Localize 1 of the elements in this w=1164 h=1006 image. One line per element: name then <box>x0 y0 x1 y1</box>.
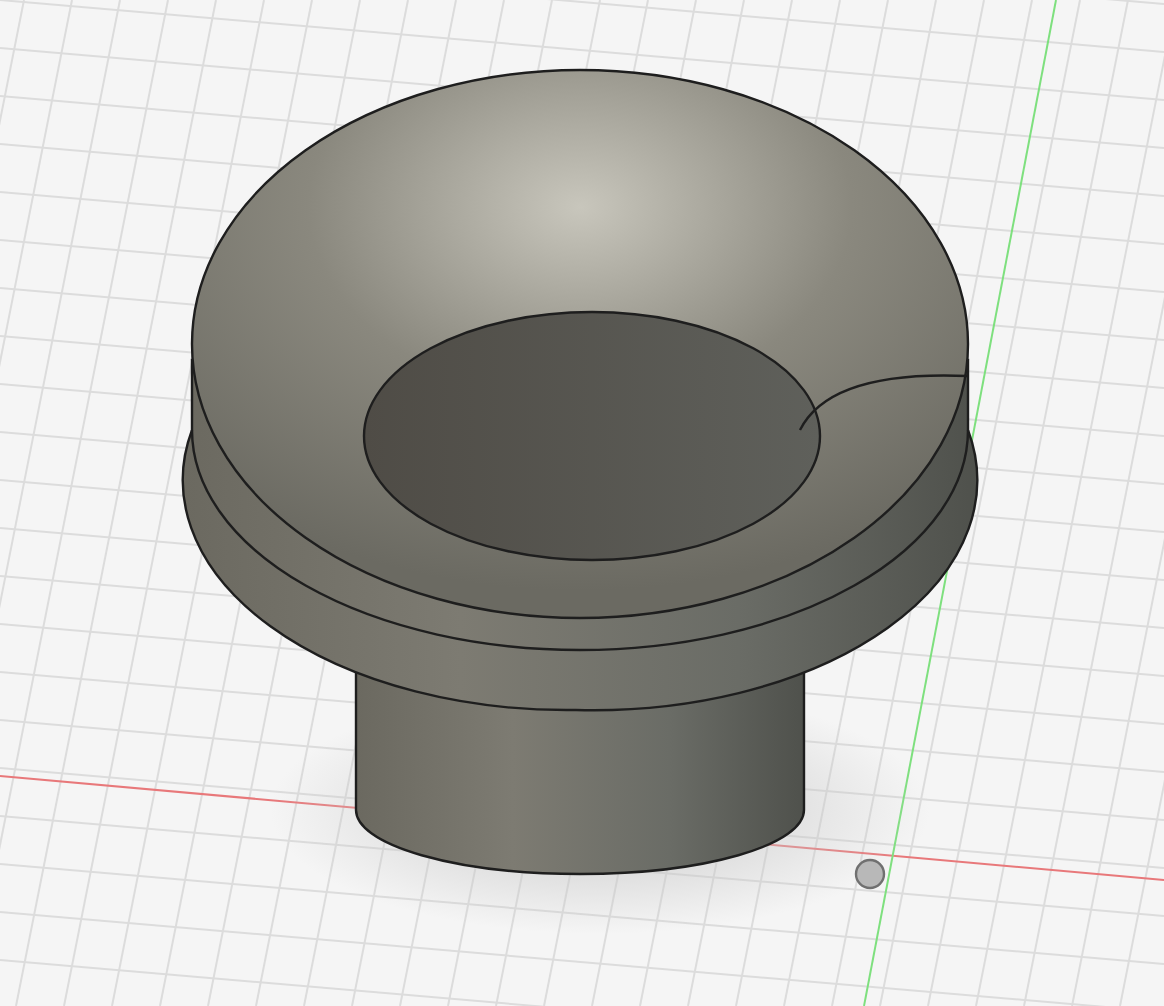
origin-icon <box>854 858 886 890</box>
